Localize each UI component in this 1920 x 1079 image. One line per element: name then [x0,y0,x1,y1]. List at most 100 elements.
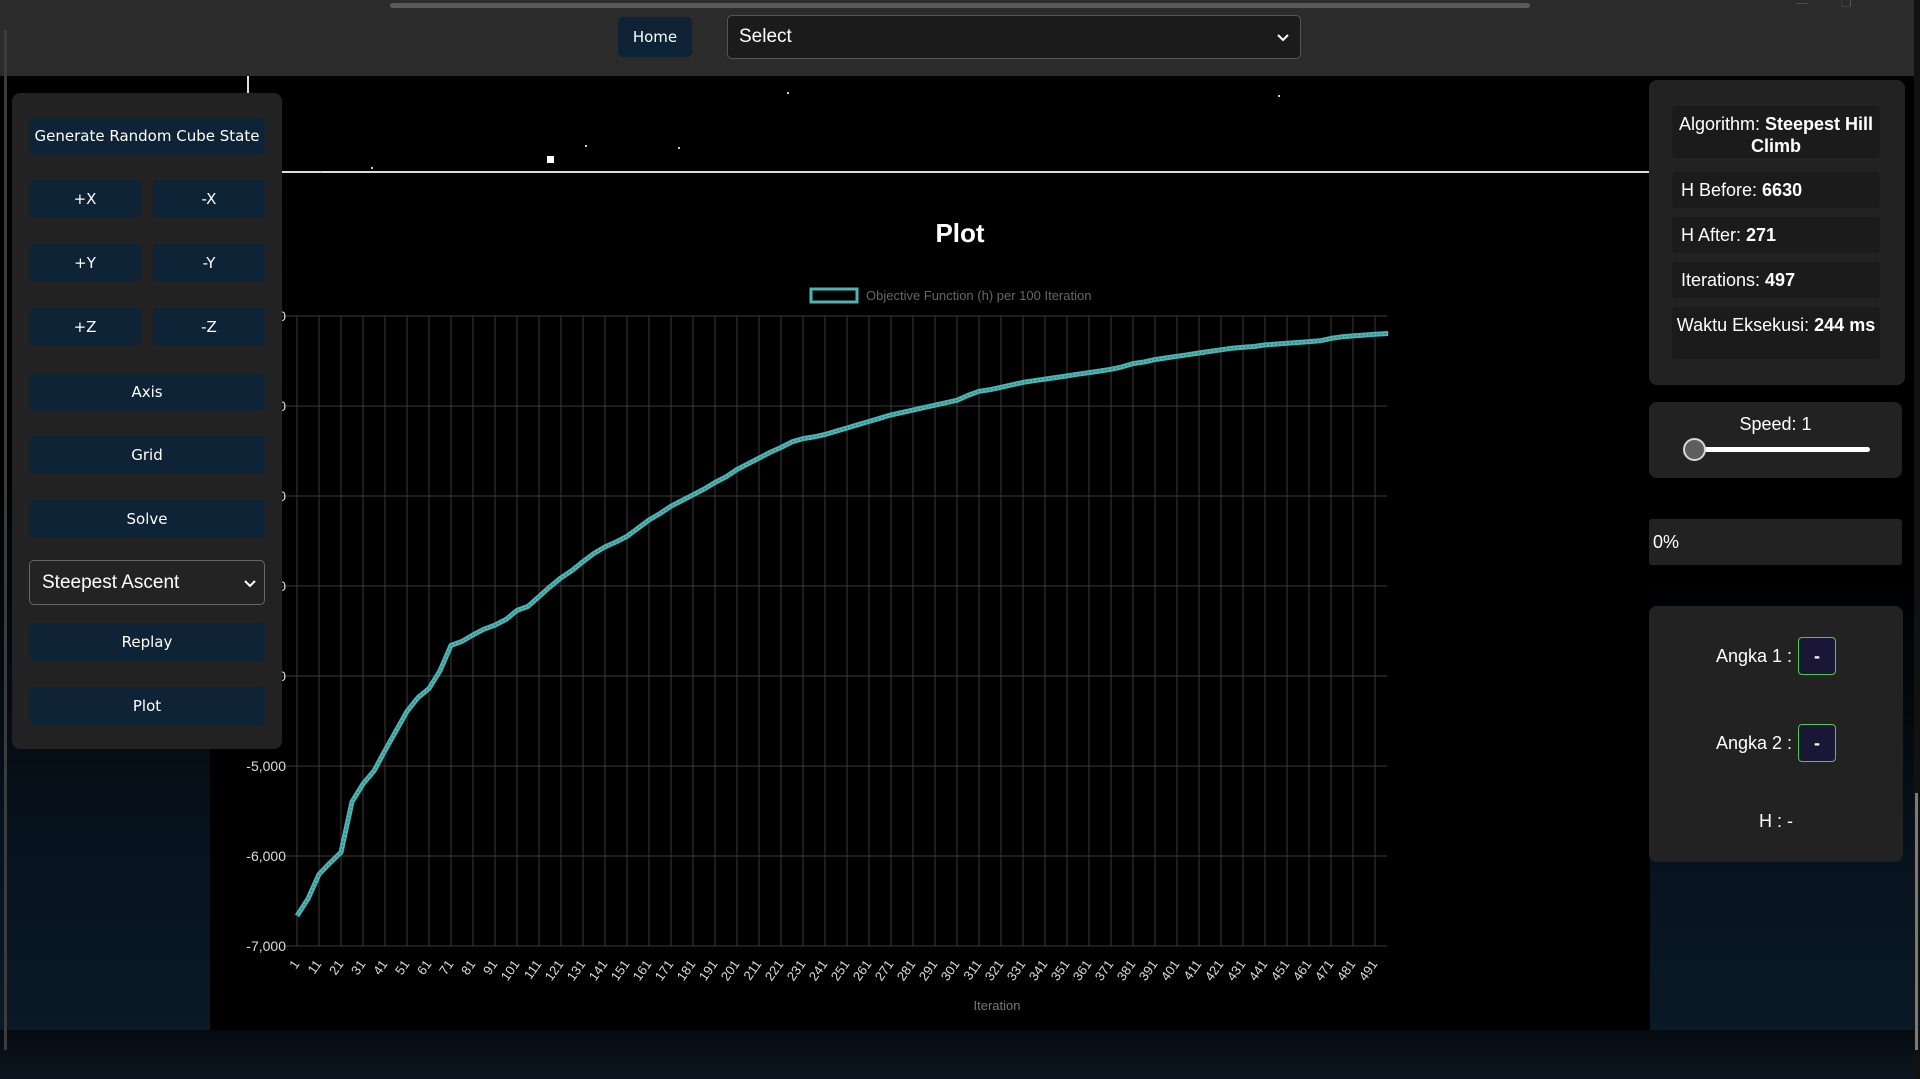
y-tick-label: -7,000 [246,938,286,954]
x-tick-label: 181 [674,957,699,983]
page-select-value: Select [739,26,792,47]
speed-slider-thumb[interactable] [1683,438,1706,461]
page-select[interactable]: Select [727,15,1301,59]
maximize-icon[interactable]: ❐ [1841,0,1852,10]
angka-2-label: Angka 2 : [1715,732,1793,753]
x-tick-label: 491 [1356,957,1381,983]
plus-y-button[interactable]: +Y [29,244,141,282]
x-tick-label: 241 [806,957,831,983]
series-line [294,331,1389,918]
x-tick-label: 101 [498,957,523,983]
scene-marker [547,156,554,163]
top-bar: — ❐ Home Select [0,0,1920,76]
x-tick-label: 211 [740,957,764,983]
x-tick-label: 331 [1004,957,1029,983]
bottom-strip [0,1030,1920,1079]
x-tick-label: 171 [652,957,677,983]
results-panel: Algorithm: Steepest Hill Climb H Before:… [1649,80,1905,385]
x-tick-label: 351 [1048,957,1073,983]
x-tick-label: 321 [982,957,1007,983]
control-panel: Generate Random Cube State +X -X +Y -Y +… [12,93,282,749]
axis-button[interactable]: Axis [29,373,265,411]
x-tick-label: 401 [1158,957,1183,983]
speed-slider-track[interactable] [1694,447,1870,452]
x-tick-label: 301 [938,957,963,983]
progress-bar: 0% [1649,519,1902,565]
generate-random-cube-button[interactable]: Generate Random Cube State [29,117,265,155]
angka-panel: Angka 1 : - Angka 2 : - H : - [1649,606,1903,862]
x-tick-label: 271 [872,957,897,983]
replay-button[interactable]: Replay [29,623,265,661]
x-tick-label: 31 [348,957,369,977]
h-after-value: 271 [1746,225,1777,245]
iterations-label: Iterations: [1681,270,1766,290]
waktu-eksekusi-label: Waktu Eksekusi: [1676,315,1815,335]
iterations-info: Iterations: 497 [1672,262,1880,298]
plot-button[interactable]: Plot [29,687,265,725]
x-tick-label: 461 [1290,957,1315,983]
chart-title: Plot [935,218,984,248]
series-point-markers [296,332,1389,917]
algorithm-select-value: Steepest Ascent [42,571,180,593]
scene-point [585,145,587,147]
y-tick-label: -6,000 [246,848,286,864]
x-tick-label: 11 [304,957,324,977]
x-tick-label: 411 [1180,957,1204,983]
x-tick-label: 251 [828,957,853,983]
x-axis-label: Iteration [974,998,1021,1013]
h-after-label: H After: [1681,225,1747,245]
algorithm-info: Algorithm: Steepest Hill Climb [1672,106,1880,158]
x-tick-label: 121 [542,957,567,983]
x-tick-label: 131 [564,957,589,983]
minimize-icon[interactable]: — [1796,0,1808,10]
x-tick-label: 161 [630,957,655,983]
scene-point [320,171,322,173]
legend-swatch [809,287,859,304]
h-before-value: 6630 [1762,180,1803,200]
page-scrollbar-thumb[interactable] [1915,793,1918,1050]
plus-z-button[interactable]: +Z [29,308,141,346]
chevron-down-icon [1277,34,1289,42]
x-tick-label: 141 [586,957,611,983]
scene-point [787,92,789,94]
minus-z-button[interactable]: -Z [153,308,265,346]
algorithm-select[interactable]: Steepest Ascent [29,560,265,605]
iterations-value: 497 [1765,270,1796,290]
angka-2-value: - [1798,724,1837,762]
grid-button[interactable]: Grid [29,436,265,474]
top-scrollbar[interactable] [390,3,1530,8]
angka-1-label: Angka 1 : [1715,645,1793,666]
x-tick-label: 21 [326,957,347,977]
x-tick-label: 1 [286,957,302,972]
algorithm-info-value: Steepest Hill Climb [1750,114,1874,156]
minus-x-button[interactable]: -X [153,180,265,218]
x-tick-label: 201 [718,957,743,983]
x-tick-label: 51 [392,957,413,977]
x-tick-label: 421 [1202,957,1227,983]
plus-x-button[interactable]: +X [29,180,141,218]
angka-2-row: Angka 2 : - [1649,723,1903,763]
algorithm-info-label: Algorithm: [1678,114,1765,134]
home-button[interactable]: Home [618,17,692,57]
x-tick-label: 191 [696,957,721,983]
x-tick-label: 111 [521,957,545,982]
angka-1-row: Angka 1 : - [1649,636,1903,676]
plot-area: Plot Objective Function (h) per 100 Itera… [210,76,1650,1030]
chevron-down-icon [244,580,256,588]
minus-y-button[interactable]: -Y [153,244,265,282]
waktu-eksekusi-value: 244 ms [1814,315,1876,335]
x-tick-label: 451 [1268,957,1293,983]
legend-label: Objective Function (h) per 100 Iteration [866,288,1091,303]
x-tick-label: 231 [784,957,809,983]
h-after-info: H After: 271 [1672,217,1880,253]
x-tick-label: 41 [370,957,391,977]
solve-button[interactable]: Solve [29,500,265,538]
x-tick-label: 291 [916,957,941,983]
progress-label: 0% [1653,531,1680,552]
x-tick-label: 361 [1070,957,1095,983]
h-label: H : - [1759,810,1793,831]
h-row: H : - [1649,806,1903,836]
x-tick-label: 471 [1312,957,1337,983]
angka-1-value: - [1798,637,1837,675]
left-window-border [4,30,7,1050]
